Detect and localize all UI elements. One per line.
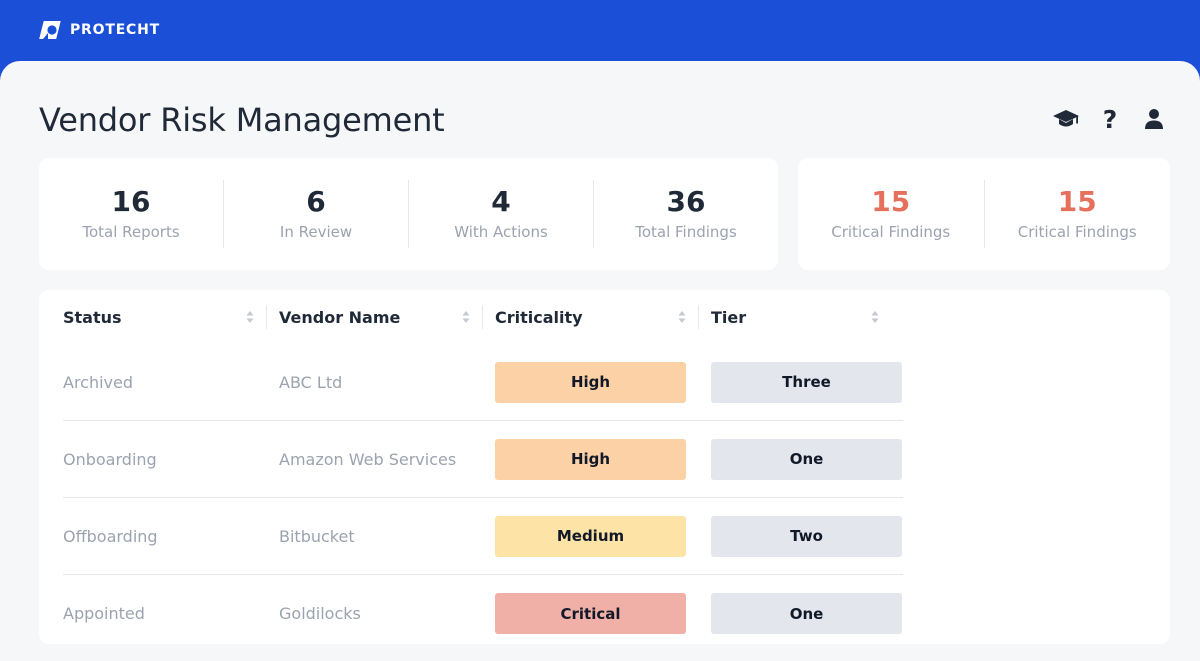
stat-label: Total Reports	[82, 223, 180, 242]
main-panel: Vendor Risk Management ? 16 Total Report…	[0, 61, 1200, 661]
sort-icon[interactable]	[678, 310, 686, 324]
table-row[interactable]: Appointed Goldilocks Critical One	[63, 575, 903, 652]
stat-label: With Actions	[454, 223, 548, 242]
vendor-table-card: Status Vendor Name Criticality Tier Arch	[39, 290, 1170, 644]
status-cell: Offboarding	[63, 526, 158, 546]
stat-critical-findings[interactable]: 15 Critical Findings	[985, 180, 1171, 248]
status-cell: Appointed	[63, 604, 145, 623]
column-header-status[interactable]: Status	[63, 305, 267, 329]
stat-value: 15	[1057, 184, 1097, 218]
criticality-badge: Critical	[495, 593, 686, 634]
column-label: Criticality	[495, 307, 583, 327]
sort-icon[interactable]	[871, 310, 879, 324]
help-glyph: ?	[1102, 104, 1118, 134]
table-row[interactable]: Offboarding Bitbucket Medium Two	[63, 498, 903, 575]
help-icon[interactable]: ?	[1096, 106, 1124, 132]
column-header-tier[interactable]: Tier	[699, 305, 891, 329]
table-row[interactable]: Archived ABC Ltd High Three	[63, 344, 903, 421]
criticality-badge: High	[495, 361, 686, 403]
criticality-badge: High	[495, 438, 686, 480]
vendor-name-cell[interactable]: Bitbucket	[279, 527, 495, 546]
stat-total-findings[interactable]: 36 Total Findings	[594, 180, 778, 248]
critical-stats-card: 15 Critical Findings 15 Critical Finding…	[798, 158, 1170, 270]
vendor-name-cell[interactable]: Amazon Web Services	[279, 450, 495, 469]
stat-label: Critical Findings	[1017, 223, 1137, 242]
vendor-table: Status Vendor Name Criticality Tier Arch	[63, 290, 903, 652]
header-actions: ?	[1052, 106, 1168, 132]
summary-stats-card: 16 Total Reports 6 In Review 4 With Acti…	[39, 158, 778, 270]
tier-badge: One	[711, 593, 902, 634]
sort-icon[interactable]	[462, 310, 470, 324]
column-label: Status	[63, 307, 122, 327]
protecht-logo[interactable]: PROTECHT	[39, 19, 160, 41]
page-title: Vendor Risk Management	[39, 101, 445, 139]
table-header: Status Vendor Name Criticality Tier	[63, 290, 903, 344]
column-label: Tier	[711, 307, 747, 327]
sort-icon[interactable]	[246, 310, 254, 324]
stat-value: 15	[871, 184, 911, 218]
stat-value: 16	[111, 184, 151, 218]
column-header-vendor-name[interactable]: Vendor Name	[267, 305, 483, 329]
stat-total-reports[interactable]: 16 Total Reports	[39, 180, 224, 248]
stat-critical-findings[interactable]: 15 Critical Findings	[798, 180, 985, 248]
column-header-criticality[interactable]: Criticality	[483, 305, 699, 329]
user-icon[interactable]	[1140, 106, 1168, 132]
tier-badge: Three	[711, 361, 902, 403]
status-cell: Onboarding	[63, 449, 157, 469]
top-bar: PROTECHT	[0, 0, 1200, 61]
column-label: Vendor Name	[279, 307, 401, 327]
stat-value: 4	[491, 184, 511, 218]
status-cell: Archived	[63, 372, 134, 392]
table-row[interactable]: Onboarding Amazon Web Services High One	[63, 421, 903, 498]
stat-label: Critical Findings	[831, 223, 951, 242]
stat-value: 36	[666, 184, 706, 218]
stat-label: In Review	[279, 223, 353, 242]
stat-label: Total Findings	[635, 223, 737, 242]
graduation-cap-icon[interactable]	[1052, 106, 1080, 132]
stat-value: 6	[306, 184, 326, 218]
brand-name: PROTECHT	[70, 22, 160, 38]
stat-in-review[interactable]: 6 In Review	[224, 180, 409, 248]
vendor-name-cell[interactable]: ABC Ltd	[279, 373, 495, 392]
protecht-logo-icon	[39, 21, 61, 39]
stat-with-actions[interactable]: 4 With Actions	[409, 180, 594, 248]
vendor-name-cell[interactable]: Goldilocks	[279, 604, 495, 623]
tier-badge: One	[711, 438, 902, 480]
criticality-badge: Medium	[495, 515, 686, 557]
tier-badge: Two	[711, 515, 902, 557]
